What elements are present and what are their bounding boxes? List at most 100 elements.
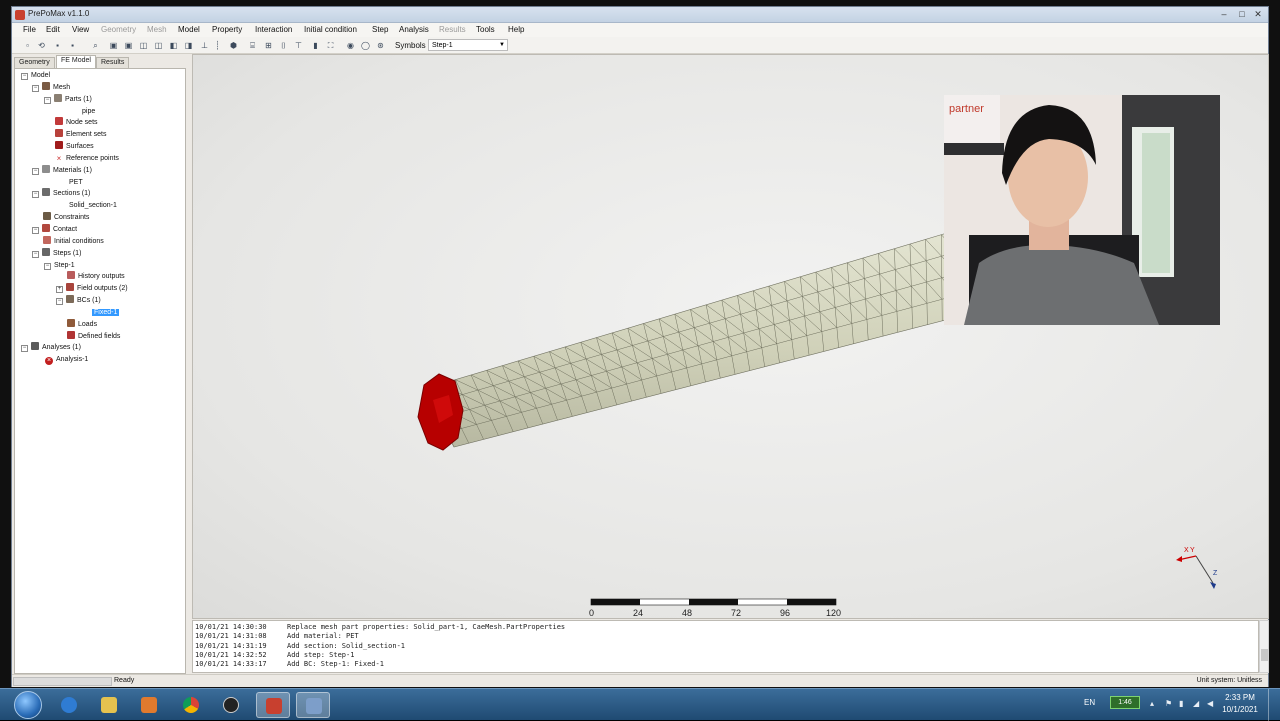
tree-node-sections[interactable]: − Sections (1) [32, 188, 90, 199]
taskbar-obs[interactable] [214, 692, 248, 718]
volume-icon[interactable]: ◀ [1207, 699, 1215, 708]
taskbar-media[interactable] [132, 692, 166, 718]
tab-results[interactable]: Results [96, 57, 130, 68]
view-right-icon[interactable]: ◨ [183, 40, 194, 51]
view-left-icon[interactable]: ◧ [168, 40, 179, 51]
tree-node-element-sets[interactable]: Element sets [55, 129, 106, 140]
tree-node-node-sets[interactable]: Node sets [55, 117, 98, 128]
taskbar-ie[interactable] [52, 692, 86, 718]
tree-node-defined-fields[interactable]: Defined fields [67, 331, 120, 342]
tree-node-reference-points[interactable]: × Reference points [55, 153, 119, 164]
menu-view[interactable]: View [72, 25, 89, 34]
view-front-icon[interactable]: ▣ [108, 40, 119, 51]
collapse-icon[interactable]: − [21, 73, 28, 80]
menu-mesh[interactable]: Mesh [147, 25, 167, 34]
menu-model[interactable]: Model [178, 25, 200, 34]
tree-node-materials[interactable]: − Materials (1) [32, 165, 92, 176]
tree-node-analyses[interactable]: − Analyses (1) [21, 342, 81, 353]
save-icon[interactable]: ▪ [52, 40, 63, 51]
output-console[interactable]: 10/01/21 14:30:30 Replace mesh part prope… [192, 620, 1259, 673]
tree-node-step-1[interactable]: − Step-1 [44, 260, 75, 271]
tree-node-model[interactable]: − Model [21, 70, 50, 81]
show-all-icon[interactable]: ⊛ [375, 40, 386, 51]
tree-node-solid-section[interactable]: Solid_section-1 [69, 200, 117, 211]
section-view-icon[interactable]: ⊤ [293, 40, 304, 51]
shaded-icon[interactable]: ⬢ [228, 40, 239, 51]
tree-node-constraints[interactable]: Constraints [43, 212, 89, 223]
battery-indicator[interactable]: 1:46 [1110, 696, 1140, 709]
tree-node-history-outputs[interactable]: History outputs [67, 271, 125, 282]
tree-node-field-outputs[interactable]: + Field outputs (2) [56, 283, 128, 294]
tree-node-analysis-1[interactable]: × Analysis-1 [45, 354, 88, 365]
menu-edit[interactable]: Edit [46, 25, 60, 34]
battery-icon[interactable]: ▮ [1179, 699, 1187, 708]
collapse-icon[interactable]: − [32, 168, 39, 175]
menu-analysis[interactable]: Analysis [399, 25, 429, 34]
open-file-icon[interactable]: ⟲ [36, 40, 47, 51]
minimize-button[interactable]: – [1216, 9, 1232, 21]
console-scrollbar[interactable] [1259, 620, 1269, 673]
show-desktop-button[interactable] [1268, 689, 1280, 721]
hide-icon[interactable]: ⛶ [325, 40, 336, 51]
tree-node-initial-conditions[interactable]: Initial conditions [43, 236, 104, 247]
language-indicator[interactable]: EN [1084, 698, 1095, 707]
pipe-mesh-body[interactable] [423, 229, 958, 448]
clock[interactable]: 2:33 PM 10/1/2021 [1220, 692, 1260, 716]
maximize-button[interactable]: □ [1234, 9, 1250, 21]
taskbar-explorer[interactable] [92, 692, 126, 718]
zoom-icon[interactable]: ⌕ [90, 40, 101, 51]
tree-node-surfaces[interactable]: Surfaces [55, 141, 94, 152]
tree-node-bcs[interactable]: − BCs (1) [56, 295, 101, 306]
scrollbar-thumb[interactable] [1261, 649, 1268, 661]
symbols-step-select[interactable]: Step-1 ▼ [428, 39, 508, 51]
collapse-icon[interactable]: − [56, 298, 63, 305]
collapse-icon[interactable]: − [32, 85, 39, 92]
view-back-icon[interactable]: ▣ [123, 40, 134, 51]
tab-fe-model[interactable]: FE Model [56, 55, 96, 68]
tree-node-contact[interactable]: − Contact [32, 224, 77, 235]
model-edges-icon[interactable]: ⌷ [278, 40, 289, 51]
wireframe-icon[interactable]: ⌸ [247, 40, 258, 51]
taskbar-prepomax[interactable] [256, 692, 290, 718]
menu-tools[interactable]: Tools [476, 25, 495, 34]
explode-icon[interactable]: ▮ [310, 40, 321, 51]
view-top-icon[interactable]: ◫ [138, 40, 149, 51]
tree-node-pet[interactable]: PET [69, 177, 83, 188]
network-icon[interactable]: ◢ [1193, 699, 1201, 708]
tree-node-steps[interactable]: − Steps (1) [32, 248, 81, 259]
taskbar-chrome[interactable] [174, 692, 208, 718]
tree-node-parts[interactable]: − Parts (1) [44, 94, 92, 105]
new-file-icon[interactable]: ▫ [22, 40, 33, 51]
view-iso-icon[interactable]: ⊥ [199, 40, 210, 51]
hide-all-icon[interactable]: ◯ [360, 40, 371, 51]
collapse-icon[interactable]: − [32, 227, 39, 234]
taskbar-app[interactable] [296, 692, 330, 718]
collapse-icon[interactable]: − [44, 263, 51, 270]
tab-geometry[interactable]: Geometry [14, 57, 55, 68]
collapse-icon[interactable]: − [32, 251, 39, 258]
menu-help[interactable]: Help [508, 25, 524, 34]
menu-interaction[interactable]: Interaction [255, 25, 292, 34]
tree-node-loads[interactable]: Loads [67, 319, 97, 330]
tree-node-pipe[interactable]: pipe [82, 106, 95, 117]
start-button[interactable] [14, 691, 42, 719]
flag-icon[interactable]: ⚑ [1165, 699, 1173, 708]
menu-initial-condition[interactable]: Initial condition [304, 25, 357, 34]
menu-geometry[interactable]: Geometry [101, 25, 136, 34]
save-as-icon[interactable]: ▪ [67, 40, 78, 51]
mesh-edges-icon[interactable]: ⊞ [263, 40, 274, 51]
collapse-icon[interactable]: − [21, 345, 28, 352]
collapse-icon[interactable]: − [32, 191, 39, 198]
close-button[interactable]: ✕ [1250, 9, 1266, 21]
menu-file[interactable]: File [23, 25, 36, 34]
tree-node-mesh[interactable]: − Mesh [32, 82, 70, 93]
menu-results[interactable]: Results [439, 25, 466, 34]
menu-property[interactable]: Property [212, 25, 242, 34]
expand-icon[interactable]: + [56, 286, 63, 293]
collapse-icon[interactable]: − [44, 97, 51, 104]
menu-step[interactable]: Step [372, 25, 388, 34]
tree-node-fixed-1[interactable]: Fixed-1 [92, 307, 120, 318]
tray-arrow-icon[interactable]: ▴ [1150, 699, 1158, 708]
view-bottom-icon[interactable]: ◫ [153, 40, 164, 51]
show-icon[interactable]: ◉ [345, 40, 356, 51]
